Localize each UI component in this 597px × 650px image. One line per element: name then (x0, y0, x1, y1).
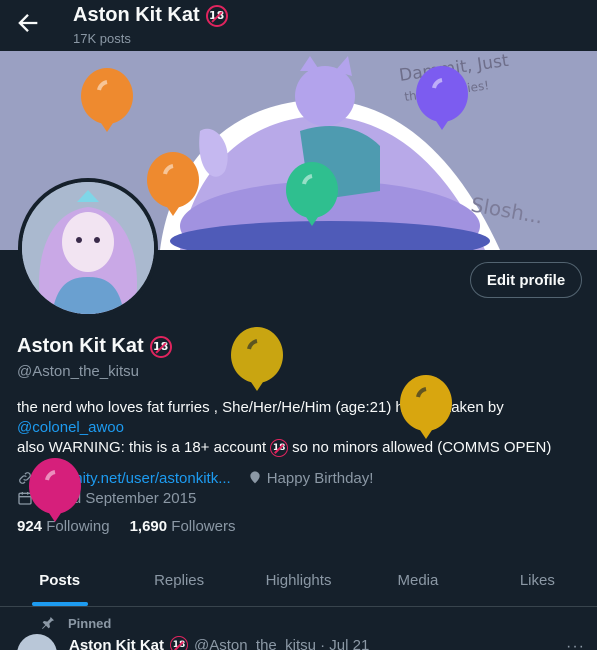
header-post-count: 17K posts (73, 31, 131, 46)
bio-line-3: also WARNING: this is a 18+ account 18 s… (17, 438, 587, 458)
following-label: Following (46, 518, 110, 535)
pin-icon (42, 617, 54, 629)
balloon-icon (250, 471, 260, 484)
balloon-gold-1 (231, 327, 283, 391)
tab-replies[interactable]: Replies (119, 554, 238, 606)
tab-highlights[interactable]: Highlights (239, 554, 358, 606)
profile-name: Aston Kit Kat (17, 335, 144, 357)
profile-meta: furaffinity.net/user/astonkitk... Happy … (17, 468, 373, 508)
edit-profile-button[interactable]: Edit profile (470, 262, 582, 298)
profile-tabs: Posts Replies Highlights Media Likes (0, 554, 597, 607)
profile-birthday: Happy Birthday! (266, 469, 374, 487)
balloon-body (231, 327, 283, 383)
tab-media[interactable]: Media (358, 554, 477, 606)
bio-text-3b: so no minors allowed (COMMS OPEN) (292, 439, 552, 456)
back-arrow-icon[interactable] (14, 9, 42, 37)
followers-count: 1,690 (129, 518, 168, 535)
more-options-icon[interactable]: ··· (566, 638, 585, 650)
post-handle-date: @Aston_the_kitsu · Jul 21 (194, 636, 370, 650)
following-count: 924 (17, 518, 43, 535)
eighteen-plus-icon: 18 (149, 335, 172, 358)
post-avatar[interactable] (17, 634, 57, 650)
eighteen-plus-icon: 18 (170, 636, 188, 650)
bio-text-1a: the nerd who loves fat furries , She/Her… (17, 399, 392, 416)
profile-website-link[interactable]: furaffinity.net/user/astonkitk... (37, 470, 231, 487)
top-bar: Aston Kit Kat 18 17K posts (0, 0, 597, 51)
bio-text-3a: also WARNING: this is a 18+ account (17, 439, 267, 456)
link-icon (19, 472, 31, 484)
followers-label: Followers (171, 518, 236, 535)
bio-text-1b: happily taken by (395, 399, 504, 416)
post-header: Aston Kit Kat 18 @Aston_the_kitsu · Jul … (69, 636, 369, 650)
followers-link[interactable]: 1,690 Followers (130, 518, 236, 535)
pinned-label: Pinned (68, 616, 112, 631)
eighteen-plus-icon: 18 (205, 4, 228, 27)
bio-line-1: the nerd who loves fat furries , She/Her… (17, 398, 587, 418)
bio-mention-link[interactable]: @colonel_awoo (17, 418, 124, 438)
profile-name-row: Aston Kit Kat 18 (17, 335, 172, 358)
header-name: Aston Kit Kat (73, 4, 200, 26)
avatar-art (22, 182, 154, 314)
avatar[interactable] (18, 178, 158, 318)
profile-bio: the nerd who loves fat furries , She/Her… (17, 398, 587, 458)
profile-handle: @Aston_the_kitsu (17, 363, 139, 380)
following-link[interactable]: 924 Following (17, 518, 110, 535)
follow-counts: 924 Following 1,690 Followers (17, 518, 235, 535)
tab-posts[interactable]: Posts (0, 554, 119, 606)
meta-row-1: furaffinity.net/user/astonkitk... Happy … (17, 468, 373, 488)
post-author-name[interactable]: Aston Kit Kat (69, 637, 164, 650)
header-title: Aston Kit Kat 18 (73, 4, 228, 27)
profile-joined-date: Joined September 2015 (37, 489, 197, 507)
calendar-icon (18, 492, 32, 505)
meta-row-2: Joined September 2015 (17, 488, 373, 508)
bio-line-2: @colonel_awoo (17, 418, 587, 438)
tab-likes[interactable]: Likes (478, 554, 597, 606)
balloon-knot (251, 382, 263, 391)
pinned-indicator: Pinned (42, 616, 112, 631)
eighteen-plus-icon: 18 (270, 439, 289, 457)
